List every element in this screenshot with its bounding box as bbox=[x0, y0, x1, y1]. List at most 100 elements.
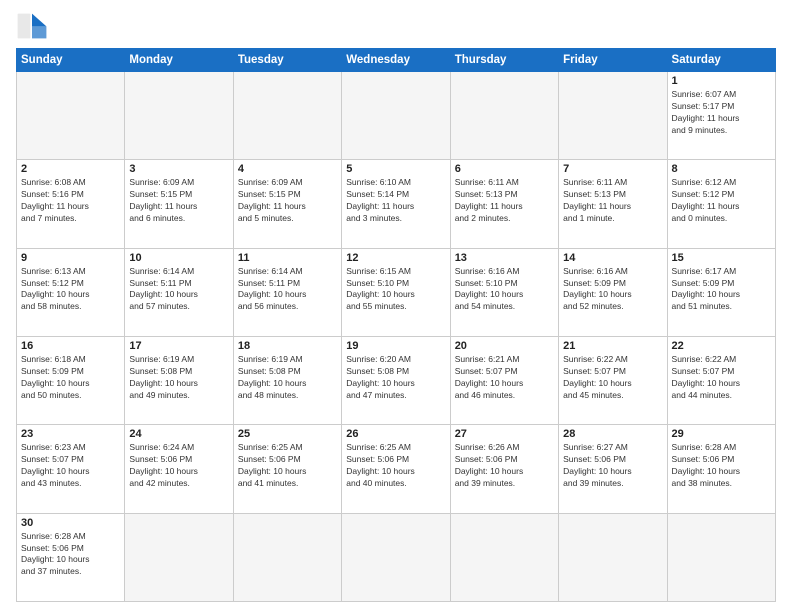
day-number: 18 bbox=[238, 340, 337, 352]
calendar-cell bbox=[342, 513, 450, 601]
calendar-cell: 19 Sunrise: 6:20 AM Sunset: 5:08 PM Dayli… bbox=[342, 336, 450, 424]
weekday-header-friday: Friday bbox=[559, 49, 667, 72]
day-number: 23 bbox=[21, 428, 120, 440]
day-info: Sunrise: 6:25 AM Sunset: 5:06 PM Dayligh… bbox=[346, 442, 445, 490]
week-row-6: 30 Sunrise: 6:28 AM Sunset: 5:06 PM Dayli… bbox=[17, 513, 776, 601]
day-info: Sunrise: 6:16 AM Sunset: 5:10 PM Dayligh… bbox=[455, 266, 554, 314]
calendar-cell bbox=[342, 72, 450, 160]
day-number: 4 bbox=[238, 163, 337, 175]
calendar-cell bbox=[559, 72, 667, 160]
calendar-cell bbox=[450, 513, 558, 601]
day-number: 7 bbox=[563, 163, 662, 175]
day-info: Sunrise: 6:08 AM Sunset: 5:16 PM Dayligh… bbox=[21, 177, 120, 225]
day-number: 5 bbox=[346, 163, 445, 175]
day-info: Sunrise: 6:27 AM Sunset: 5:06 PM Dayligh… bbox=[563, 442, 662, 490]
day-number: 9 bbox=[21, 252, 120, 264]
day-number: 26 bbox=[346, 428, 445, 440]
day-number: 20 bbox=[455, 340, 554, 352]
calendar-cell: 22 Sunrise: 6:22 AM Sunset: 5:07 PM Dayli… bbox=[667, 336, 775, 424]
calendar-cell: 14 Sunrise: 6:16 AM Sunset: 5:09 PM Dayli… bbox=[559, 248, 667, 336]
calendar-cell bbox=[125, 72, 233, 160]
day-number: 1 bbox=[672, 75, 771, 87]
calendar-cell bbox=[450, 72, 558, 160]
calendar-cell: 28Sunrise: 6:27 AM Sunset: 5:06 PM Dayli… bbox=[559, 425, 667, 513]
day-info: Sunrise: 6:26 AM Sunset: 5:06 PM Dayligh… bbox=[455, 442, 554, 490]
calendar-cell: 15 Sunrise: 6:17 AM Sunset: 5:09 PM Dayli… bbox=[667, 248, 775, 336]
day-info: Sunrise: 6:15 AM Sunset: 5:10 PM Dayligh… bbox=[346, 266, 445, 314]
calendar-cell: 11Sunrise: 6:14 AM Sunset: 5:11 PM Dayli… bbox=[233, 248, 341, 336]
day-number: 14 bbox=[563, 252, 662, 264]
day-number: 27 bbox=[455, 428, 554, 440]
day-number: 15 bbox=[672, 252, 771, 264]
day-info: Sunrise: 6:22 AM Sunset: 5:07 PM Dayligh… bbox=[563, 354, 662, 402]
week-row-1: 1 Sunrise: 6:07 AM Sunset: 5:17 PM Daylig… bbox=[17, 72, 776, 160]
calendar-cell: 20Sunrise: 6:21 AM Sunset: 5:07 PM Dayli… bbox=[450, 336, 558, 424]
day-info: Sunrise: 6:14 AM Sunset: 5:11 PM Dayligh… bbox=[129, 266, 228, 314]
day-number: 2 bbox=[21, 163, 120, 175]
weekday-header-tuesday: Tuesday bbox=[233, 49, 341, 72]
day-number: 19 bbox=[346, 340, 445, 352]
day-number: 3 bbox=[129, 163, 228, 175]
day-info: Sunrise: 6:12 AM Sunset: 5:12 PM Dayligh… bbox=[672, 177, 771, 225]
day-number: 21 bbox=[563, 340, 662, 352]
week-row-3: 9 Sunrise: 6:13 AM Sunset: 5:12 PM Daylig… bbox=[17, 248, 776, 336]
page: SundayMondayTuesdayWednesdayThursdayFrid… bbox=[0, 0, 792, 612]
calendar-cell bbox=[559, 513, 667, 601]
day-info: Sunrise: 6:19 AM Sunset: 5:08 PM Dayligh… bbox=[238, 354, 337, 402]
day-info: Sunrise: 6:23 AM Sunset: 5:07 PM Dayligh… bbox=[21, 442, 120, 490]
calendar-cell: 26 Sunrise: 6:25 AM Sunset: 5:06 PM Dayli… bbox=[342, 425, 450, 513]
day-number: 13 bbox=[455, 252, 554, 264]
weekday-header-sunday: Sunday bbox=[17, 49, 125, 72]
day-number: 30 bbox=[21, 517, 120, 529]
week-row-4: 16Sunrise: 6:18 AM Sunset: 5:09 PM Dayli… bbox=[17, 336, 776, 424]
calendar-cell: 24Sunrise: 6:24 AM Sunset: 5:06 PM Dayli… bbox=[125, 425, 233, 513]
header bbox=[16, 12, 776, 40]
calendar-table: SundayMondayTuesdayWednesdayThursdayFrid… bbox=[16, 48, 776, 602]
calendar-cell: 18 Sunrise: 6:19 AM Sunset: 5:08 PM Dayli… bbox=[233, 336, 341, 424]
day-info: Sunrise: 6:28 AM Sunset: 5:06 PM Dayligh… bbox=[672, 442, 771, 490]
day-number: 12 bbox=[346, 252, 445, 264]
calendar-cell: 13 Sunrise: 6:16 AM Sunset: 5:10 PM Dayli… bbox=[450, 248, 558, 336]
calendar-cell: 2 Sunrise: 6:08 AM Sunset: 5:16 PM Daylig… bbox=[17, 160, 125, 248]
day-info: Sunrise: 6:07 AM Sunset: 5:17 PM Dayligh… bbox=[672, 89, 771, 137]
day-info: Sunrise: 6:11 AM Sunset: 5:13 PM Dayligh… bbox=[455, 177, 554, 225]
day-info: Sunrise: 6:09 AM Sunset: 5:15 PM Dayligh… bbox=[238, 177, 337, 225]
calendar-cell: 8Sunrise: 6:12 AM Sunset: 5:12 PM Daylig… bbox=[667, 160, 775, 248]
day-number: 22 bbox=[672, 340, 771, 352]
logo bbox=[16, 12, 52, 40]
day-info: Sunrise: 6:14 AM Sunset: 5:11 PM Dayligh… bbox=[238, 266, 337, 314]
day-info: Sunrise: 6:17 AM Sunset: 5:09 PM Dayligh… bbox=[672, 266, 771, 314]
calendar-cell: 27 Sunrise: 6:26 AM Sunset: 5:06 PM Dayli… bbox=[450, 425, 558, 513]
calendar-cell: 12 Sunrise: 6:15 AM Sunset: 5:10 PM Dayli… bbox=[342, 248, 450, 336]
day-info: Sunrise: 6:28 AM Sunset: 5:06 PM Dayligh… bbox=[21, 531, 120, 579]
weekday-header-thursday: Thursday bbox=[450, 49, 558, 72]
day-info: Sunrise: 6:22 AM Sunset: 5:07 PM Dayligh… bbox=[672, 354, 771, 402]
weekday-header-wednesday: Wednesday bbox=[342, 49, 450, 72]
calendar-cell: 6Sunrise: 6:11 AM Sunset: 5:13 PM Daylig… bbox=[450, 160, 558, 248]
week-row-2: 2 Sunrise: 6:08 AM Sunset: 5:16 PM Daylig… bbox=[17, 160, 776, 248]
calendar-cell bbox=[17, 72, 125, 160]
calendar-cell bbox=[233, 513, 341, 601]
calendar-cell: 9 Sunrise: 6:13 AM Sunset: 5:12 PM Daylig… bbox=[17, 248, 125, 336]
weekday-header-monday: Monday bbox=[125, 49, 233, 72]
calendar-cell bbox=[667, 513, 775, 601]
day-number: 10 bbox=[129, 252, 228, 264]
calendar-cell: 21 Sunrise: 6:22 AM Sunset: 5:07 PM Dayli… bbox=[559, 336, 667, 424]
day-number: 17 bbox=[129, 340, 228, 352]
calendar-cell: 30 Sunrise: 6:28 AM Sunset: 5:06 PM Dayli… bbox=[17, 513, 125, 601]
day-number: 25 bbox=[238, 428, 337, 440]
day-info: Sunrise: 6:20 AM Sunset: 5:08 PM Dayligh… bbox=[346, 354, 445, 402]
day-number: 16 bbox=[21, 340, 120, 352]
calendar-cell: 17Sunrise: 6:19 AM Sunset: 5:08 PM Dayli… bbox=[125, 336, 233, 424]
calendar-cell: 29 Sunrise: 6:28 AM Sunset: 5:06 PM Dayli… bbox=[667, 425, 775, 513]
weekday-header-row: SundayMondayTuesdayWednesdayThursdayFrid… bbox=[17, 49, 776, 72]
calendar-cell: 1 Sunrise: 6:07 AM Sunset: 5:17 PM Daylig… bbox=[667, 72, 775, 160]
logo-icon bbox=[16, 12, 48, 40]
week-row-5: 23 Sunrise: 6:23 AM Sunset: 5:07 PM Dayli… bbox=[17, 425, 776, 513]
day-info: Sunrise: 6:16 AM Sunset: 5:09 PM Dayligh… bbox=[563, 266, 662, 314]
calendar-cell: 7Sunrise: 6:11 AM Sunset: 5:13 PM Daylig… bbox=[559, 160, 667, 248]
day-number: 29 bbox=[672, 428, 771, 440]
day-info: Sunrise: 6:13 AM Sunset: 5:12 PM Dayligh… bbox=[21, 266, 120, 314]
calendar-cell bbox=[233, 72, 341, 160]
day-number: 24 bbox=[129, 428, 228, 440]
